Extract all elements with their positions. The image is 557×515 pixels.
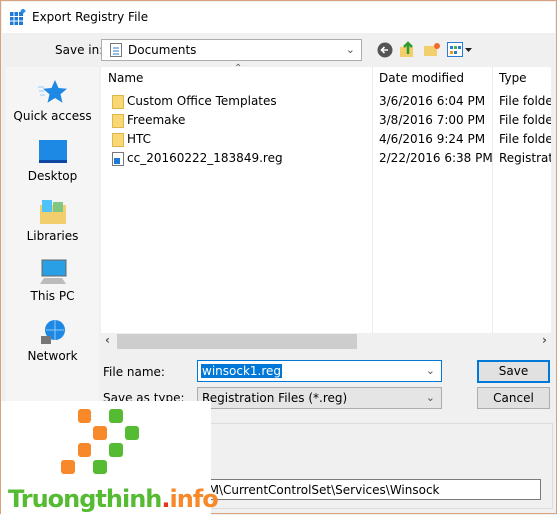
view-menu-button[interactable] xyxy=(447,41,475,59)
sidebar-item-network[interactable]: Network xyxy=(6,319,99,363)
file-name-label: File name: xyxy=(103,365,165,379)
sidebar-label: Network xyxy=(27,349,78,363)
registry-app-icon xyxy=(10,9,26,25)
libraries-icon xyxy=(39,200,66,224)
logo-text: Truongthinh xyxy=(8,485,162,513)
sidebar-label: Libraries xyxy=(26,229,79,243)
documents-icon xyxy=(110,43,122,57)
file-name-input[interactable]: winsock1.reg ⌄ xyxy=(197,360,442,382)
cancel-button[interactable]: Cancel xyxy=(477,387,550,409)
save-button[interactable]: Save xyxy=(477,360,550,383)
file-row[interactable]: Freemake 3/8/2016 7:00 PM File folder xyxy=(101,111,551,130)
file-name-value: winsock1.reg xyxy=(201,364,283,378)
column-header-type[interactable]: Type xyxy=(499,71,527,85)
file-row[interactable]: HTC 4/6/2016 9:24 PM File folder xyxy=(101,130,551,149)
selected-branch-input[interactable]: EM\CurrentControlSet\Services\Winsock xyxy=(198,479,541,500)
sidebar-label: Desktop xyxy=(27,169,78,183)
sidebar-item-quick-access[interactable]: Quick access xyxy=(6,79,99,123)
save-as-type-dropdown[interactable]: Registration Files (*.reg) ⌄ xyxy=(197,387,442,409)
file-list[interactable]: ⌃ Name Date modified Type Custom Office … xyxy=(101,63,551,350)
save-as-type-value: Registration Files (*.reg) xyxy=(202,391,348,405)
folder-icon xyxy=(112,114,124,128)
places-sidebar: Quick access Desktop Libraries This PC N… xyxy=(6,67,99,401)
sidebar-item-libraries[interactable]: Libraries xyxy=(6,199,99,243)
column-header-name[interactable]: Name xyxy=(108,71,143,85)
logo-mark xyxy=(61,409,139,474)
save-in-value: Documents xyxy=(128,43,197,57)
reg-file-icon xyxy=(112,152,124,166)
file-date: 2/22/2016 6:38 PM xyxy=(379,151,493,165)
up-folder-icon[interactable] xyxy=(400,40,416,58)
file-row[interactable]: cc_20160222_183849.reg 2/22/2016 6:38 PM R… xyxy=(101,149,551,168)
column-header-date-modified[interactable]: Date modified xyxy=(379,71,464,85)
logo-suffix: info xyxy=(169,485,219,513)
logo-dot: . xyxy=(161,485,170,513)
sidebar-item-desktop[interactable]: Desktop xyxy=(6,139,99,183)
folder-icon xyxy=(112,95,124,109)
star-icon xyxy=(37,80,67,103)
new-folder-icon[interactable] xyxy=(424,42,441,57)
save-in-dropdown[interactable]: Documents ⌄ xyxy=(101,39,362,61)
scroll-left-icon[interactable]: ‹ xyxy=(105,333,110,347)
file-date: 3/6/2016 6:04 PM xyxy=(379,94,486,108)
file-date: 4/6/2016 9:24 PM xyxy=(379,132,486,146)
folder-icon xyxy=(112,133,124,147)
save-in-label: Save in: xyxy=(55,43,104,57)
logo-wordmark: Truongthinh.info xyxy=(8,485,219,513)
file-type: File folder xyxy=(499,113,551,127)
back-icon[interactable] xyxy=(377,42,393,58)
scrollbar-thumb[interactable] xyxy=(117,334,357,349)
file-name: cc_20160222_183849.reg xyxy=(127,151,283,165)
file-name: HTC xyxy=(127,132,152,146)
network-icon xyxy=(40,320,65,344)
window-title: Export Registry File xyxy=(32,10,149,24)
file-name: Freemake xyxy=(127,113,186,127)
chevron-down-icon: ⌄ xyxy=(345,43,355,56)
file-date: 3/8/2016 7:00 PM xyxy=(379,113,486,127)
horizontal-scrollbar[interactable]: ‹ › xyxy=(101,333,551,350)
file-type: File folder xyxy=(499,94,551,108)
export-registry-dialog: Export Registry File Save in: Documents … xyxy=(0,0,557,515)
file-name: Custom Office Templates xyxy=(127,94,277,108)
sidebar-item-this-pc[interactable]: This PC xyxy=(6,259,99,303)
title-bar: Export Registry File xyxy=(2,2,555,33)
scroll-right-icon[interactable]: › xyxy=(542,333,547,347)
sidebar-label: This PC xyxy=(30,289,75,303)
chevron-down-icon: ⌄ xyxy=(425,391,435,404)
chevron-down-icon[interactable]: ⌄ xyxy=(426,364,435,377)
watermark-logo: Truongthinh.info xyxy=(1,401,219,515)
file-row[interactable]: Custom Office Templates 3/6/2016 6:04 PM F… xyxy=(101,92,551,111)
file-type: Registration xyxy=(499,151,551,165)
sidebar-label: Quick access xyxy=(13,109,92,123)
desktop-icon xyxy=(38,140,67,163)
sort-ascending-icon: ⌃ xyxy=(234,63,243,74)
view-menu-icon xyxy=(447,42,472,57)
file-type: File folder xyxy=(499,132,551,146)
computer-icon xyxy=(39,259,66,284)
